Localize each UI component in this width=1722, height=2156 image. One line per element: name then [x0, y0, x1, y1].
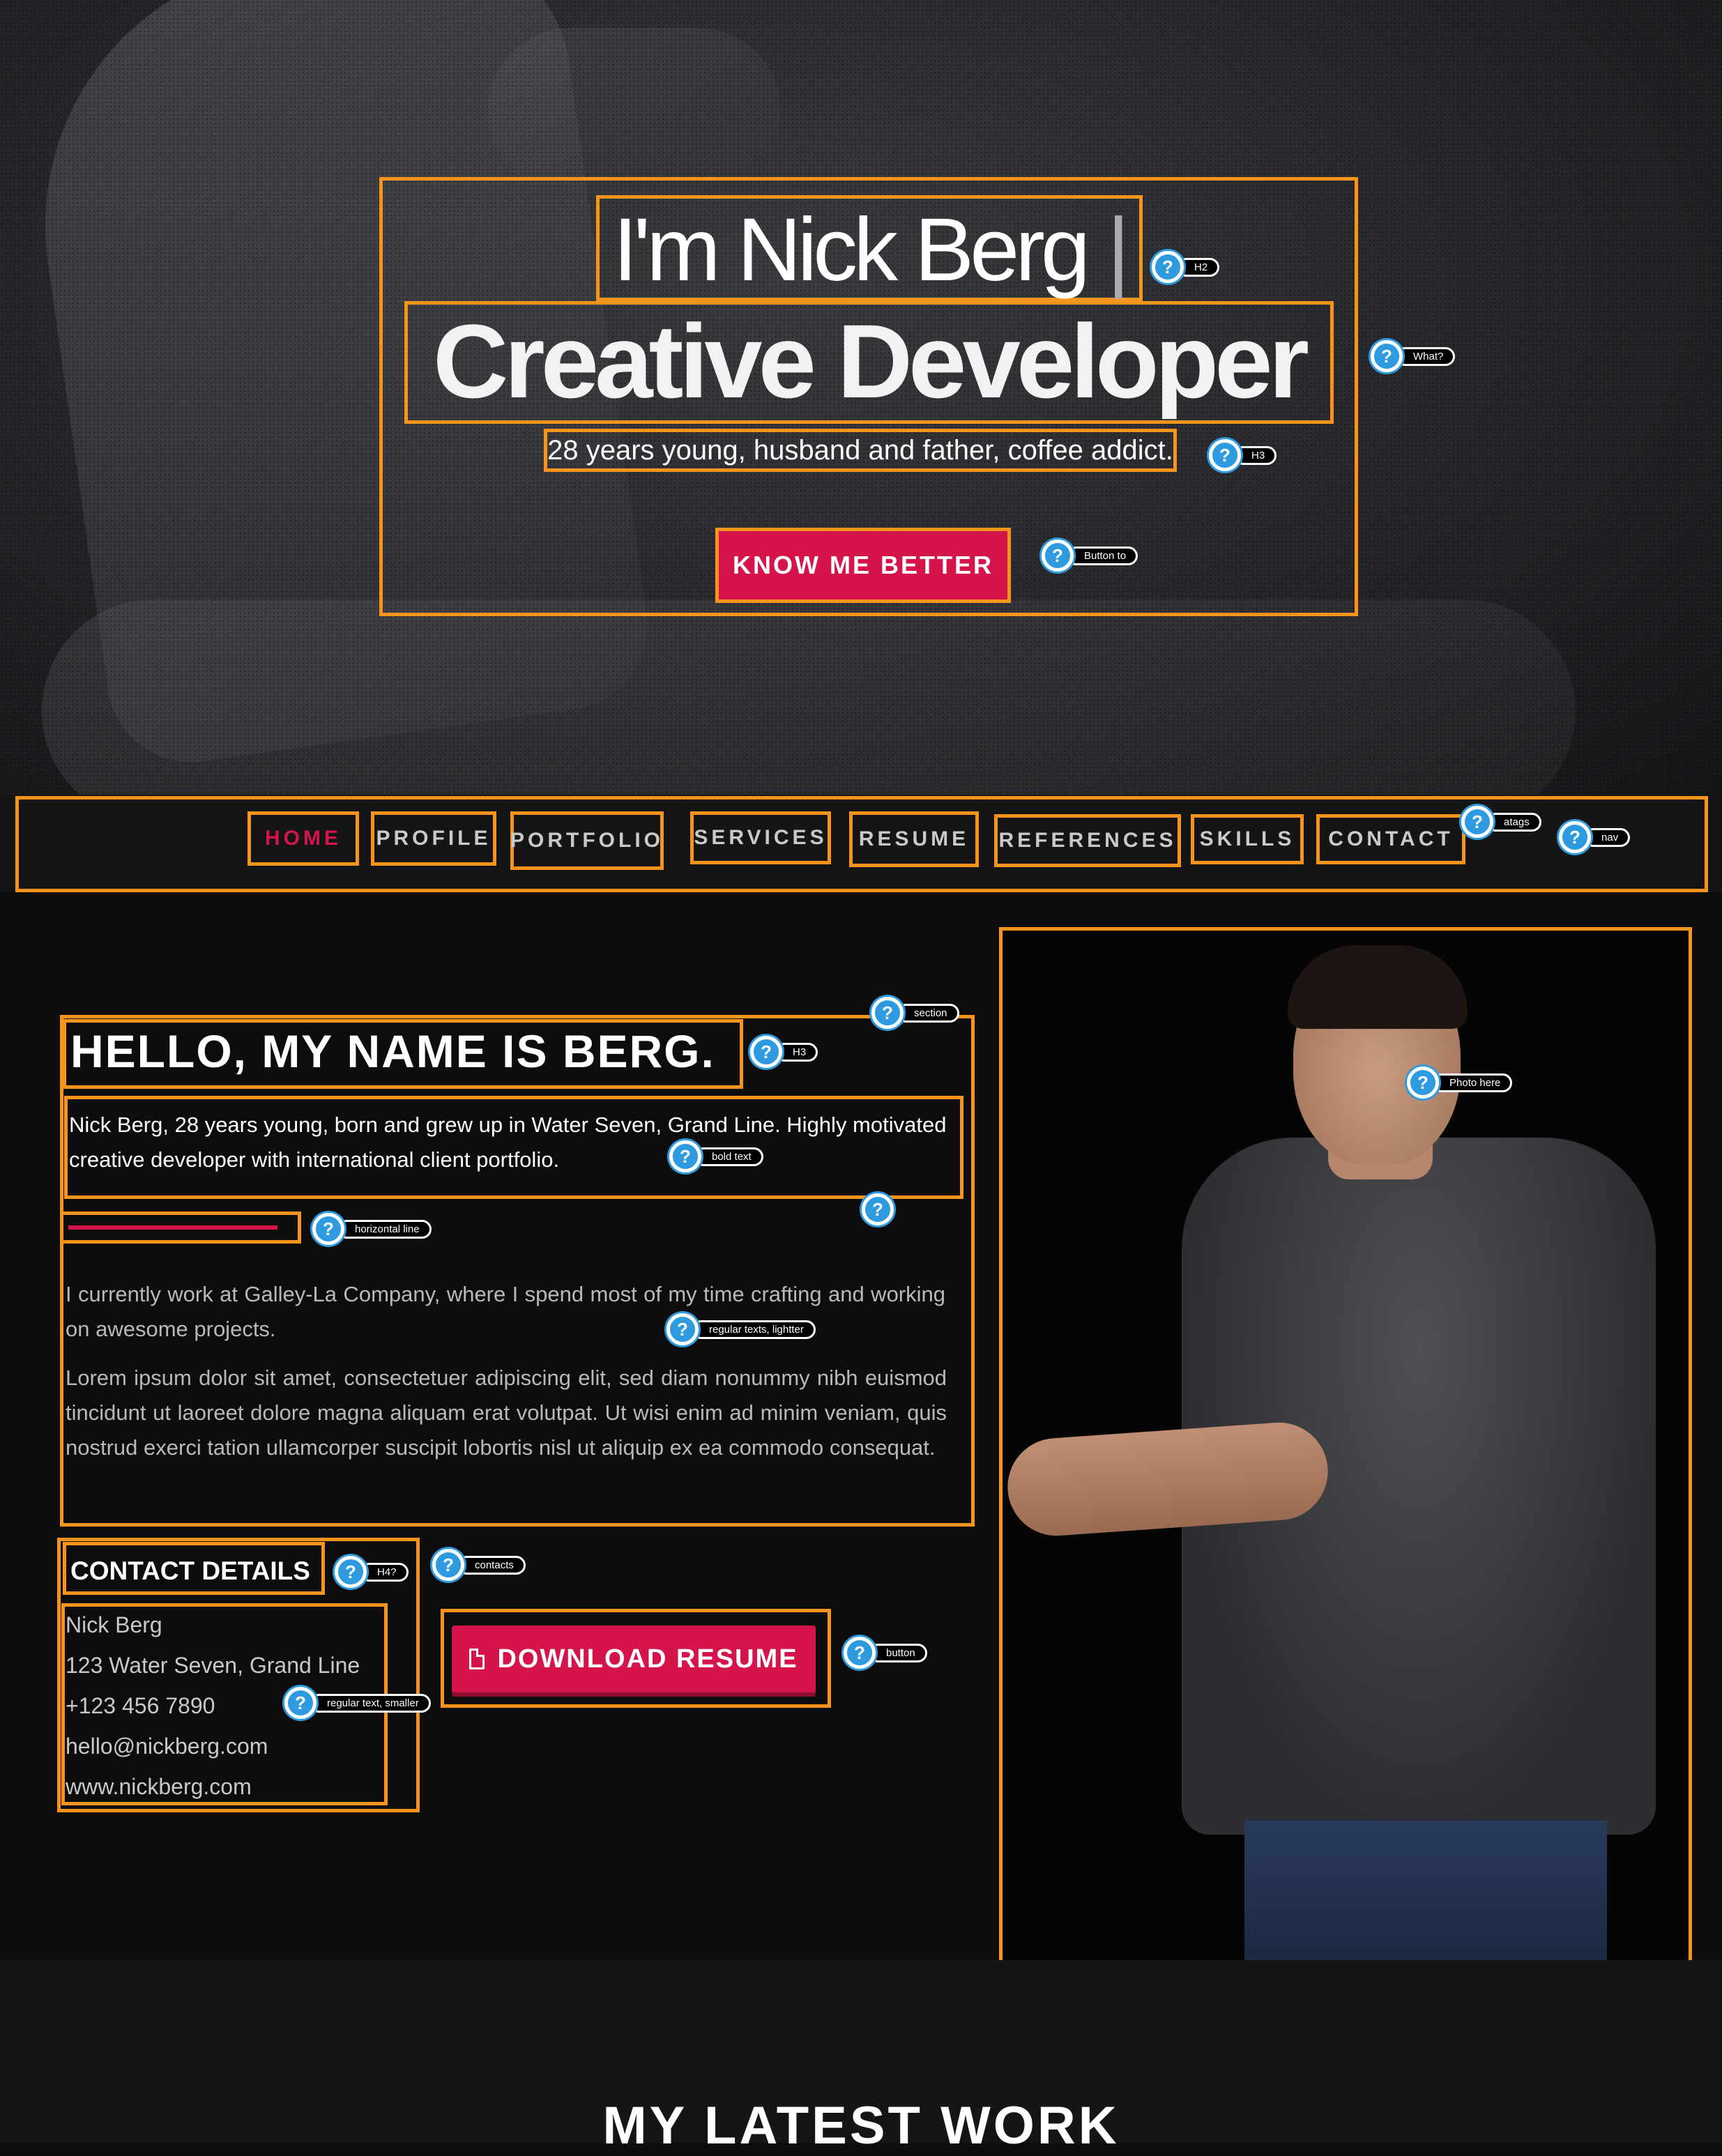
question-icon: ?	[312, 1213, 344, 1245]
question-icon: ?	[844, 1637, 876, 1669]
annotation-h4[interactable]: ? H4?	[335, 1556, 409, 1588]
question-icon: ?	[1407, 1066, 1439, 1099]
question-icon: ?	[666, 1313, 699, 1345]
hero-role-heading: Creative Developer	[404, 301, 1334, 424]
annotation-h2[interactable]: ? H2	[1152, 251, 1220, 283]
annotation-button-to[interactable]: ? Button to	[1042, 540, 1138, 572]
annotation-h3-hero[interactable]: ? H3	[1209, 439, 1277, 471]
nav-item-skills[interactable]: SKILLS	[1191, 814, 1304, 864]
annotation-regular-smaller[interactable]: ? regular text, smaller	[284, 1687, 431, 1719]
contact-name: Nick Berg	[66, 1612, 162, 1637]
download-resume-button[interactable]: DOWNLOAD RESUME	[452, 1626, 816, 1692]
question-icon: ?	[1042, 540, 1074, 572]
photo-outline	[999, 927, 1692, 1966]
annotation-extra[interactable]: ?	[862, 1193, 894, 1225]
annotation-regular-lighter[interactable]: ? regular texts, lightter	[666, 1313, 816, 1345]
annotation-atags[interactable]: ? atags	[1461, 806, 1541, 838]
know-me-better-button[interactable]: KNOW ME BETTER	[715, 528, 1011, 603]
question-icon: ?	[750, 1036, 782, 1068]
latest-work-heading: MY LATEST WORK	[602, 2096, 1120, 2155]
contact-address: 123 Water Seven, Grand Line	[66, 1653, 360, 1678]
annotation-bold-text[interactable]: ? bold text	[669, 1140, 763, 1172]
question-icon: ?	[871, 997, 904, 1029]
annotation-button[interactable]: ? button	[844, 1637, 927, 1669]
annotation-section[interactable]: ? section	[871, 997, 959, 1029]
annotation-what[interactable]: ? What?	[1371, 340, 1456, 372]
question-icon: ?	[669, 1140, 701, 1172]
nav-item-resume[interactable]: RESUME	[849, 811, 979, 867]
about-intro-bold: Nick Berg, 28 years young, born and grew…	[64, 1096, 963, 1199]
about-heading: HELLO, MY NAME IS BERG.	[63, 1019, 743, 1089]
annotation-nav[interactable]: ? nav	[1559, 821, 1631, 853]
hero-name-heading: I'm Nick Berg |	[596, 195, 1143, 301]
latest-work-section: MY LATEST WORK	[0, 1960, 1722, 2155]
annotation-photo[interactable]: ? Photo here	[1407, 1066, 1513, 1099]
accent-divider	[68, 1225, 277, 1230]
question-icon: ?	[1209, 439, 1241, 471]
annotation-contacts[interactable]: ? contacts	[432, 1549, 526, 1581]
question-icon: ?	[284, 1687, 317, 1719]
contact-website[interactable]: www.nickberg.com	[66, 1766, 386, 1807]
contact-email[interactable]: hello@nickberg.com	[66, 1726, 386, 1766]
nav-item-profile[interactable]: PROFILE	[371, 811, 496, 866]
annotation-horizontal-line[interactable]: ? horizontal line	[312, 1213, 432, 1245]
contact-heading: CONTACT DETAILS	[63, 1542, 325, 1595]
question-icon: ?	[335, 1556, 367, 1588]
annotation-h3-about[interactable]: ? H3	[750, 1036, 818, 1068]
nav-item-services[interactable]: SERVICES	[690, 811, 831, 864]
document-icon	[469, 1649, 485, 1669]
question-icon: ?	[432, 1549, 464, 1581]
hero-tagline: 28 years young, husband and father, coff…	[544, 429, 1177, 472]
question-icon: ?	[1371, 340, 1403, 372]
question-icon: ?	[1559, 821, 1591, 853]
nav-item-references[interactable]: REFERENCES	[994, 814, 1181, 867]
nav-item-contact[interactable]: CONTACT	[1316, 814, 1465, 864]
nav-item-portfolio[interactable]: PORTFOLIO	[510, 811, 664, 870]
about-paragraph-2: Lorem ipsum dolor sit amet, consectetuer…	[66, 1366, 947, 1460]
question-icon: ?	[862, 1193, 894, 1225]
nav-item-home[interactable]: HOME	[247, 811, 359, 866]
question-icon: ?	[1461, 806, 1493, 838]
question-icon: ?	[1152, 251, 1184, 283]
